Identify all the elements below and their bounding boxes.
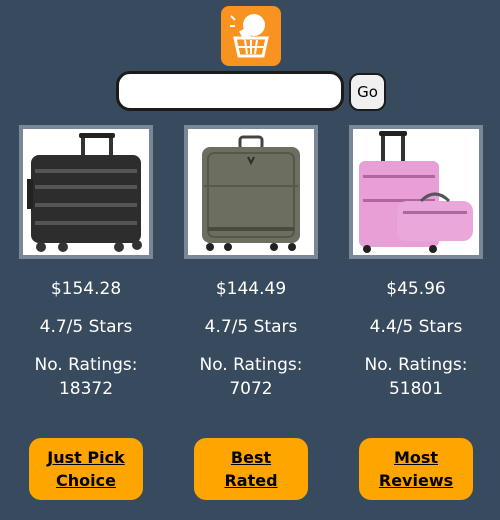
pink-luggage-set xyxy=(359,131,473,253)
go-button[interactable]: Go xyxy=(349,73,386,111)
black-hardshell-suitcase xyxy=(27,133,142,252)
product-price-1: $154.28 xyxy=(50,279,122,299)
product-image-3[interactable] xyxy=(349,125,483,259)
product-stars-3: 4.4/5 Stars xyxy=(369,317,463,337)
just-pick-choice-button[interactable]: Just Pick Choice xyxy=(29,438,143,500)
most-reviews-button[interactable]: Most Reviews xyxy=(359,438,473,500)
basket-lightbulb-icon xyxy=(230,14,269,58)
ratings-label: No. Ratings: xyxy=(364,355,468,375)
product-price-2: $144.49 xyxy=(215,279,287,299)
product-ratings-3: No. Ratings: 51801 xyxy=(332,353,500,401)
best-rated-button[interactable]: Best Rated xyxy=(194,438,308,500)
ratings-count: 7072 xyxy=(229,379,273,399)
ratings-count: 18372 xyxy=(58,379,114,399)
product-ratings-2: No. Ratings: 7072 xyxy=(167,353,335,401)
product-image-1[interactable] xyxy=(19,125,153,259)
ratings-label: No. Ratings: xyxy=(199,355,303,375)
search-input[interactable] xyxy=(116,71,344,111)
product-image-2[interactable] xyxy=(184,125,318,259)
product-price-3: $45.96 xyxy=(386,279,446,299)
product-ratings-1: No. Ratings: 18372 xyxy=(2,353,170,401)
product-stars-1: 4.7/5 Stars xyxy=(39,317,133,337)
ratings-count: 51801 xyxy=(388,379,444,399)
product-stars-2: 4.7/5 Stars xyxy=(204,317,298,337)
ratings-label: No. Ratings: xyxy=(34,355,138,375)
olive-softside-carry-on xyxy=(202,135,300,251)
app-logo xyxy=(221,6,281,66)
